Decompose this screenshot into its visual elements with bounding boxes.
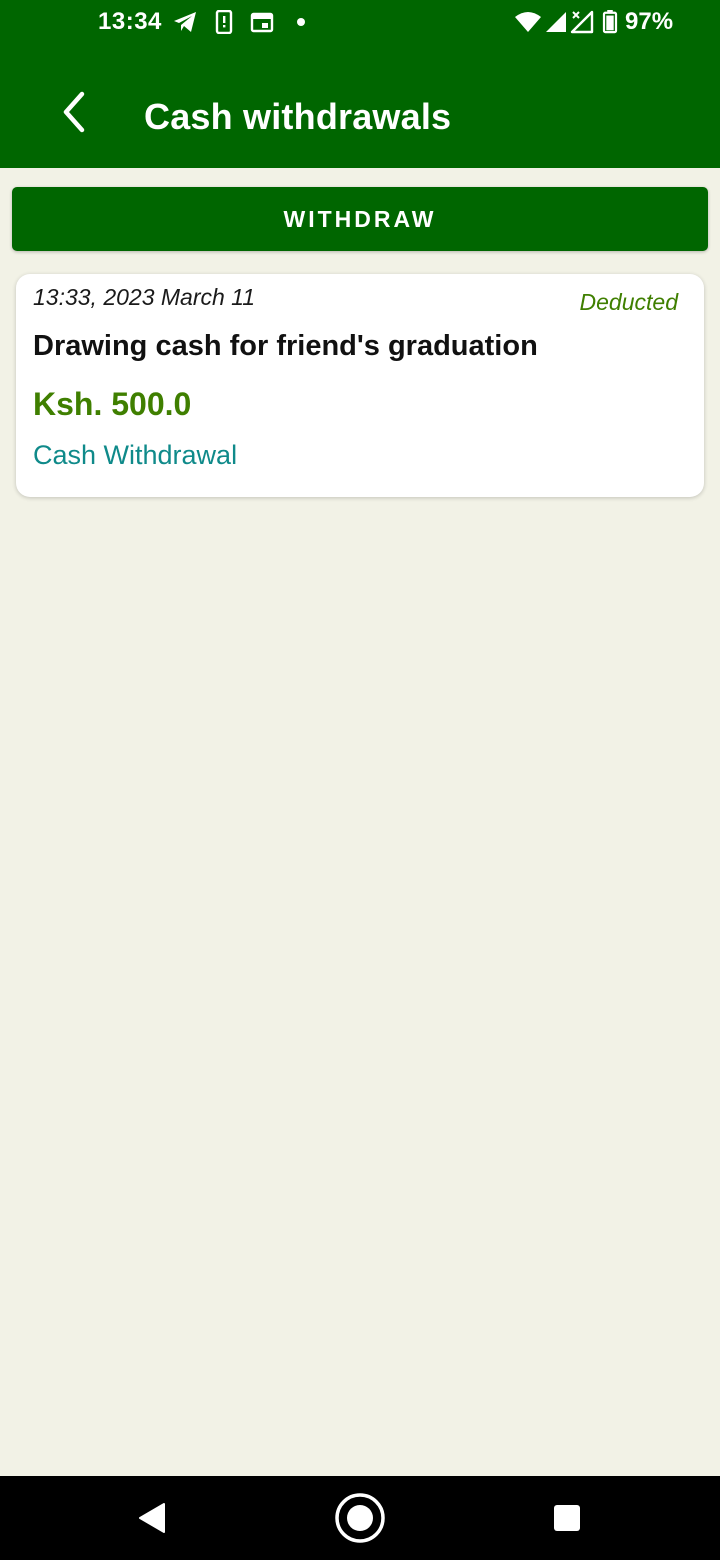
chevron-left-icon (63, 91, 85, 133)
back-triangle-icon[interactable] (134, 1500, 168, 1536)
withdraw-button[interactable]: WITHDRAW (12, 187, 708, 251)
transaction-amount: Ksh. 500.0 (33, 386, 192, 422)
app-bar: Cash withdrawals (0, 44, 720, 168)
battery-percent: 97% (625, 8, 674, 35)
transaction-category: Cash Withdrawal (33, 440, 238, 470)
status-time: 13:34 (98, 8, 162, 35)
notification-dot-icon (297, 18, 305, 26)
wifi-icon (515, 12, 541, 32)
signal-no-data-icon (570, 10, 594, 34)
battery-icon (602, 10, 618, 34)
phone-alert-icon (215, 10, 233, 34)
home-circle-icon[interactable] (334, 1492, 386, 1544)
telegram-icon (174, 12, 196, 32)
transaction-date: 13:33, 2023 March 11 (33, 284, 256, 310)
system-nav-bar (0, 1476, 720, 1560)
back-button[interactable] (50, 88, 100, 138)
status-bar: 13:34 97% (0, 0, 720, 44)
recents-square-icon[interactable] (553, 1504, 581, 1532)
page-title: Cash withdrawals (144, 96, 452, 137)
transaction-description: Drawing cash for friend's graduation (33, 330, 538, 362)
transaction-status: Deducted (579, 289, 678, 315)
calendar-icon (250, 12, 274, 33)
signal-icon (546, 12, 566, 32)
transaction-card[interactable]: 13:33, 2023 March 11 Deducted Drawing ca… (16, 274, 704, 497)
